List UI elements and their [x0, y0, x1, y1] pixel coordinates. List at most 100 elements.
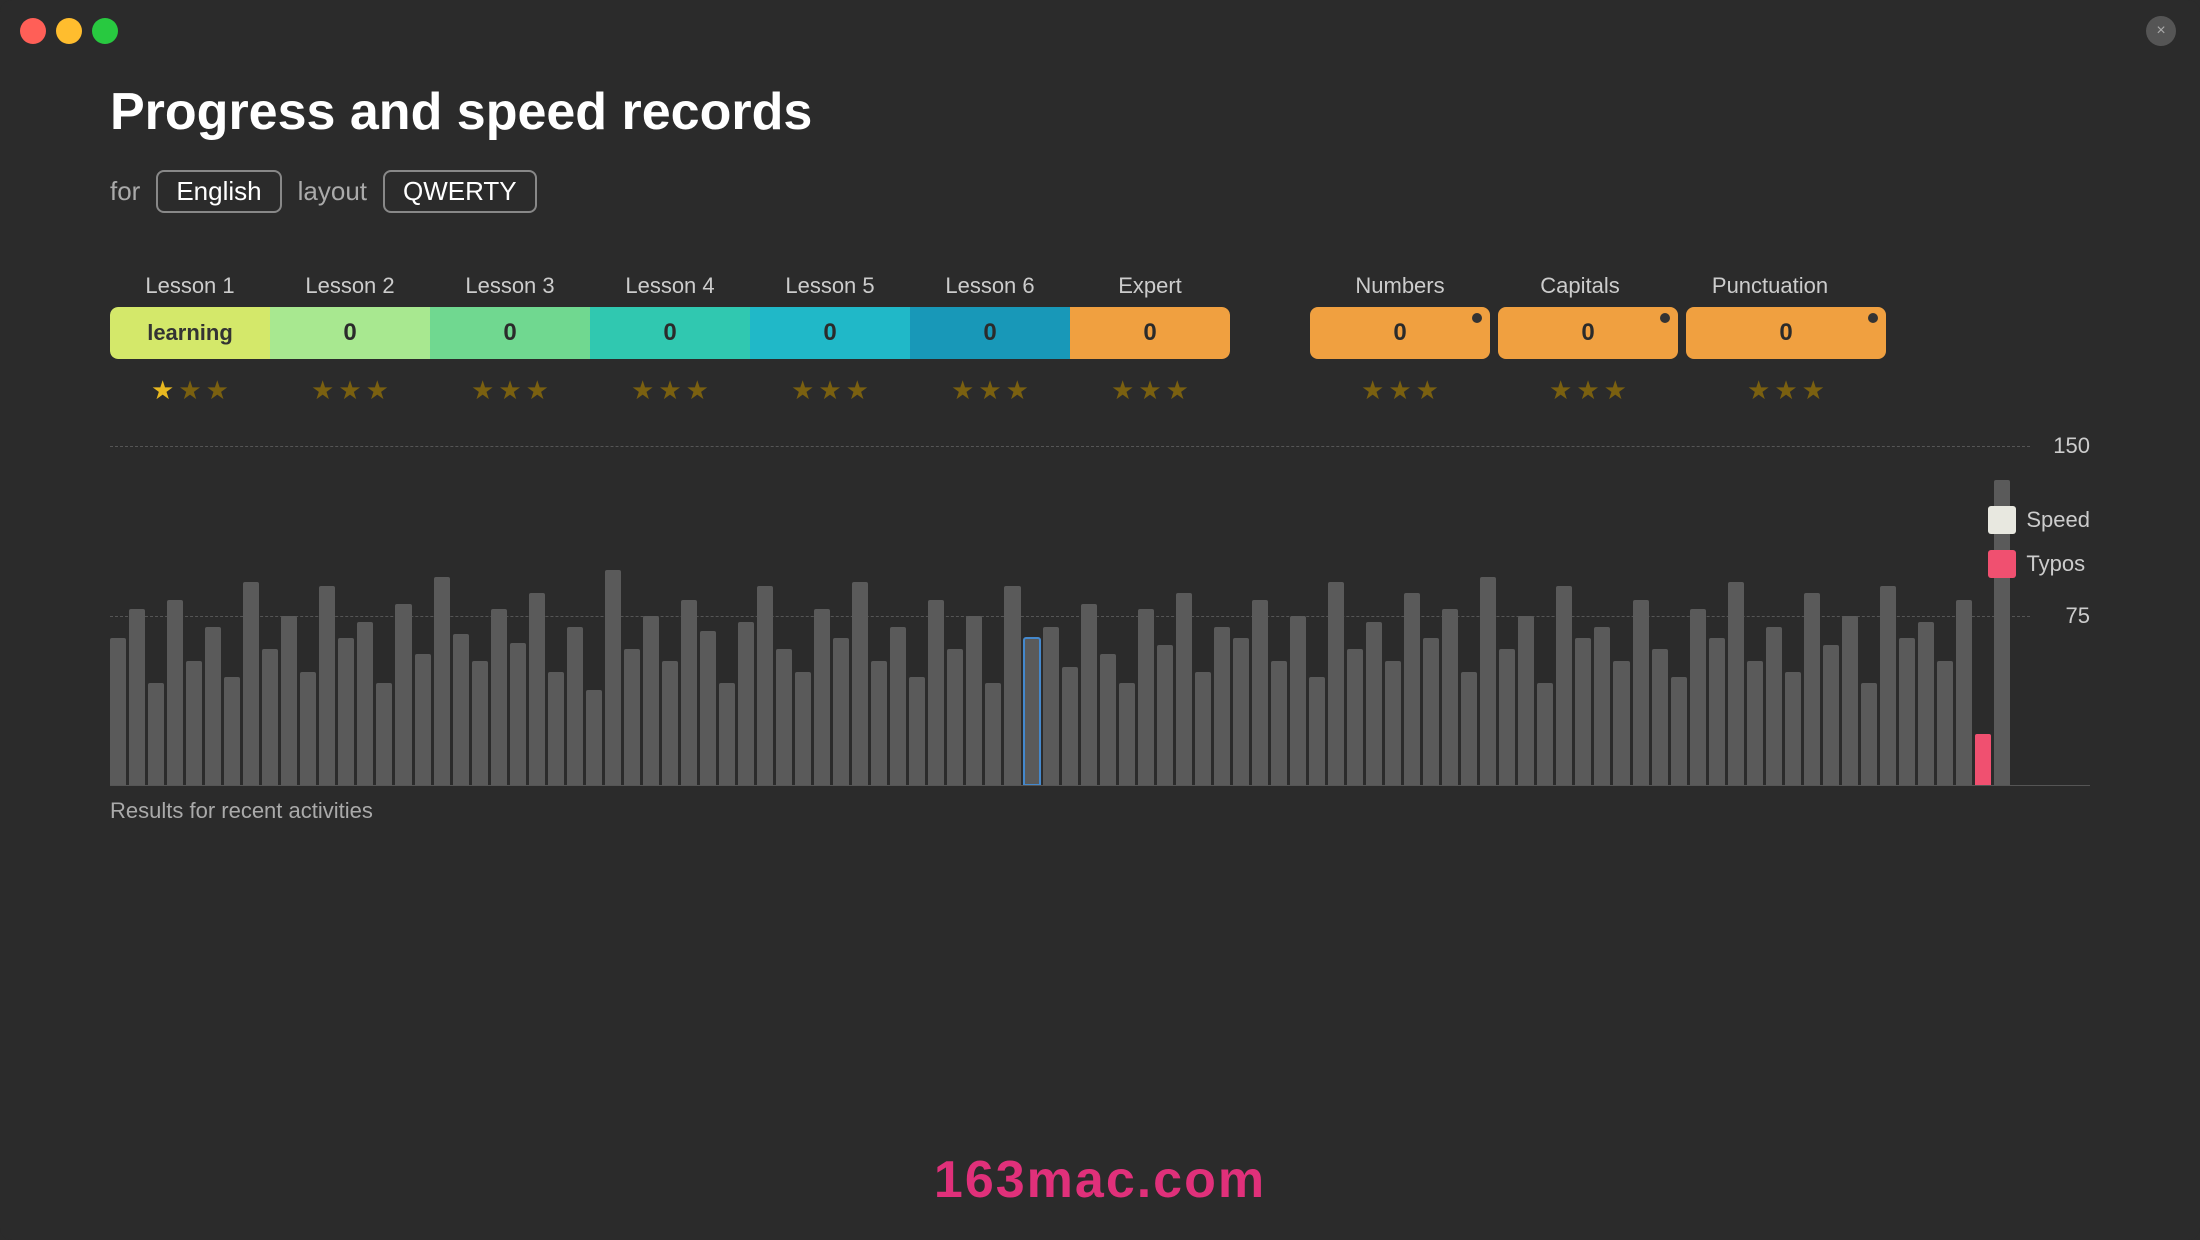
chart-bar-74[interactable] [1518, 616, 1534, 786]
chart-bar-42[interactable] [909, 677, 925, 785]
lesson6-bar[interactable]: 0 [910, 307, 1070, 359]
chart-bar-91[interactable] [1842, 616, 1858, 786]
chart-bar-51[interactable] [1081, 604, 1097, 785]
chart-bar-83[interactable] [1690, 609, 1706, 785]
punctuation-bar[interactable]: 0 [1686, 307, 1886, 359]
chart-bar-97[interactable] [1956, 600, 1972, 785]
chart-bar-96[interactable] [1937, 661, 1953, 785]
chart-bar-75[interactable] [1537, 683, 1553, 785]
chart-bar-71[interactable] [1461, 672, 1477, 785]
chart-bar-43[interactable] [928, 600, 944, 785]
chart-bar-37[interactable] [814, 609, 830, 785]
chart-bar-41[interactable] [890, 627, 906, 785]
chart-bar-69[interactable] [1423, 638, 1439, 785]
chart-bar-14[interactable] [376, 683, 392, 785]
chart-bar-90[interactable] [1823, 645, 1839, 785]
chart-bar-80[interactable] [1633, 600, 1649, 785]
chart-bar-58[interactable] [1214, 627, 1230, 785]
lesson5-bar[interactable]: 0 [750, 307, 910, 359]
chart-bar-44[interactable] [947, 649, 963, 785]
chart-bar-39[interactable] [852, 582, 868, 785]
close-traffic-light[interactable] [20, 18, 46, 44]
chart-bar-67[interactable] [1385, 661, 1401, 785]
lesson4-bar[interactable]: 0 [590, 307, 750, 359]
chart-bar-17[interactable] [434, 577, 450, 785]
chart-bar-25[interactable] [586, 690, 602, 785]
chart-bar-16[interactable] [415, 654, 431, 785]
chart-bar-26[interactable] [605, 570, 621, 785]
chart-bar-35[interactable] [776, 649, 792, 785]
chart-bar-23[interactable] [548, 672, 564, 785]
chart-bar-3[interactable] [167, 600, 183, 785]
chart-bar-73[interactable] [1499, 649, 1515, 785]
chart-bar-7[interactable] [243, 582, 259, 785]
chart-bar-86[interactable] [1747, 661, 1763, 785]
chart-bar-78[interactable] [1594, 627, 1610, 785]
chart-bar-28[interactable] [643, 616, 659, 786]
fullscreen-traffic-light[interactable] [92, 18, 118, 44]
chart-bar-50[interactable] [1062, 667, 1078, 785]
language-badge[interactable]: English [156, 170, 281, 213]
chart-bar-94[interactable] [1899, 638, 1915, 785]
chart-bar-33[interactable] [738, 622, 754, 785]
chart-bar-79[interactable] [1613, 661, 1629, 785]
chart-bar-60[interactable] [1252, 600, 1268, 785]
chart-bar-98[interactable] [1975, 734, 1991, 785]
chart-bar-11[interactable] [319, 586, 335, 785]
chart-bar-4[interactable] [186, 661, 202, 785]
chart-bar-6[interactable] [224, 677, 240, 785]
layout-badge[interactable]: QWERTY [383, 170, 537, 213]
chart-bar-38[interactable] [833, 638, 849, 785]
chart-bar-8[interactable] [262, 649, 278, 785]
chart-bar-76[interactable] [1556, 586, 1572, 785]
chart-bar-34[interactable] [757, 586, 773, 785]
chart-bar-52[interactable] [1100, 654, 1116, 785]
chart-bar-29[interactable] [662, 661, 678, 785]
chart-bar-89[interactable] [1804, 593, 1820, 785]
chart-bar-5[interactable] [205, 627, 221, 785]
chart-bar-13[interactable] [357, 622, 373, 785]
chart-bar-10[interactable] [300, 672, 316, 785]
capitals-bar[interactable]: 0 [1498, 307, 1678, 359]
chart-bar-27[interactable] [624, 649, 640, 785]
chart-bar-1[interactable] [129, 609, 145, 785]
chart-bar-68[interactable] [1404, 593, 1420, 785]
chart-bar-31[interactable] [700, 631, 716, 785]
chart-bar-49[interactable] [1043, 627, 1059, 785]
chart-bar-24[interactable] [567, 627, 583, 785]
chart-bar-64[interactable] [1328, 582, 1344, 785]
chart-bar-12[interactable] [338, 638, 354, 785]
window-close-button[interactable]: × [2146, 16, 2176, 46]
chart-bar-2[interactable] [148, 683, 164, 785]
chart-bar-56[interactable] [1176, 593, 1192, 785]
chart-bar-72[interactable] [1480, 577, 1496, 785]
chart-bar-9[interactable] [281, 616, 297, 786]
chart-bar-93[interactable] [1880, 586, 1896, 785]
chart-bar-88[interactable] [1785, 672, 1801, 785]
chart-bar-15[interactable] [395, 604, 411, 785]
chart-bar-57[interactable] [1195, 672, 1211, 785]
chart-bar-18[interactable] [453, 634, 469, 785]
chart-bar-36[interactable] [795, 672, 811, 785]
chart-bar-82[interactable] [1671, 677, 1687, 785]
lesson3-bar[interactable]: 0 [430, 307, 590, 359]
lesson1-bar[interactable]: learning [110, 307, 270, 359]
chart-bar-21[interactable] [510, 643, 526, 785]
chart-bar-40[interactable] [871, 661, 887, 785]
chart-bar-54[interactable] [1138, 609, 1154, 785]
chart-bar-65[interactable] [1347, 649, 1363, 785]
chart-bar-32[interactable] [719, 683, 735, 785]
chart-bar-59[interactable] [1233, 638, 1249, 785]
expert-bar[interactable]: 0 [1070, 307, 1230, 359]
chart-bar-45[interactable] [966, 616, 982, 786]
minimize-traffic-light[interactable] [56, 18, 82, 44]
chart-bar-48[interactable] [1024, 638, 1040, 785]
chart-bar-92[interactable] [1861, 683, 1877, 785]
chart-bar-61[interactable] [1271, 661, 1287, 785]
chart-bar-70[interactable] [1442, 609, 1458, 785]
chart-bar-62[interactable] [1290, 616, 1306, 786]
chart-bar-85[interactable] [1728, 582, 1744, 785]
chart-bar-30[interactable] [681, 600, 697, 785]
chart-bar-66[interactable] [1366, 622, 1382, 785]
chart-bar-0[interactable] [110, 638, 126, 785]
